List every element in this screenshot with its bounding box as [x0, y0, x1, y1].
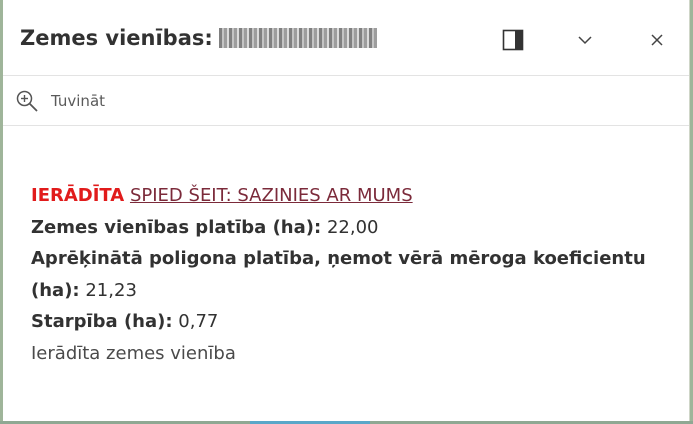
zoom-to-button[interactable]: Tuvināt: [15, 88, 105, 114]
close-icon: [651, 34, 663, 46]
calc-area-row-line1: Aprēķinātā poligona platība, ņemot vērā …: [31, 243, 671, 275]
calc-area-row-line2: (ha): 21,23: [31, 275, 671, 307]
difference-label: Starpība (ha):: [31, 311, 173, 332]
feature-popup: Zemes vienības: Tuvināt IERĀDĪTA SPIED Š…: [3, 0, 689, 421]
area-label: Zemes vienības platība (ha):: [31, 216, 322, 238]
area-value: 22,00: [326, 216, 379, 238]
dock-button[interactable]: [497, 24, 529, 56]
popup-actions-bar: Tuvināt: [3, 76, 689, 126]
status-line: IERĀDĪTA SPIED ŠEIT: SAZINIES AR MUMS: [31, 180, 671, 212]
popup-header: Zemes vienības:: [3, 0, 689, 76]
status-badge: IERĀDĪTA: [31, 185, 125, 206]
collapse-button[interactable]: [569, 24, 601, 56]
dock-icon: [502, 29, 524, 51]
popup-title: Zemes vienības:: [20, 26, 377, 50]
parcel-note: Ierādīta zemes vienība: [31, 342, 236, 364]
close-button[interactable]: [641, 24, 673, 56]
area-row: Zemes vienības platība (ha): 22,00: [31, 212, 671, 244]
popup-title-text: Zemes vienības:: [20, 26, 213, 50]
chevron-down-icon: [578, 36, 592, 45]
calc-area-label-unit: (ha):: [31, 279, 80, 301]
calc-area-label: Aprēķinātā poligona platība, ņemot vērā …: [31, 248, 646, 269]
calc-area-value: 21,23: [85, 279, 137, 301]
difference-row: Starpība (ha): 0,77: [31, 306, 671, 338]
difference-value: 0,77: [178, 311, 219, 332]
redacted-parcel-id: [218, 28, 377, 48]
contact-link[interactable]: SPIED ŠEIT: SAZINIES AR MUMS: [130, 185, 413, 206]
popup-content: IERĀDĪTA SPIED ŠEIT: SAZINIES AR MUMS Ze…: [31, 180, 671, 369]
zoom-in-icon: [16, 90, 38, 112]
zoom-label: Tuvināt: [51, 92, 106, 110]
